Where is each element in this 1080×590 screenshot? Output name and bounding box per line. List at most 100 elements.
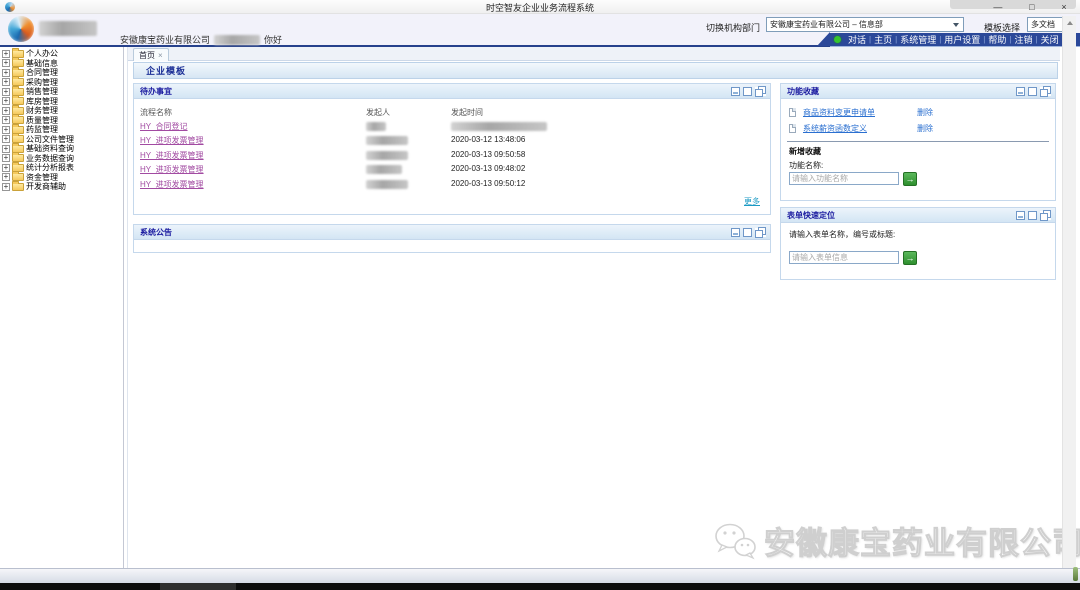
start-time: 2020-03-12 13:48:06 [451, 135, 525, 144]
favorites-panel-title: 功能收藏 [787, 86, 819, 97]
greeting-company: 安徽康宝药业有限公司 [120, 33, 210, 46]
announcement-panel: 系统公告 [133, 224, 771, 253]
panel-collapse-icon[interactable] [1016, 87, 1025, 96]
org-switch-label: 切换机构部门 [706, 21, 760, 34]
favorite-link[interactable]: 商品资料变更申请单 [803, 107, 875, 118]
close-button[interactable]: × [1061, 2, 1066, 12]
panel-collapse-icon[interactable] [731, 87, 740, 96]
more-link[interactable]: 更多 [744, 196, 760, 207]
minimize-button[interactable]: — [993, 2, 1002, 12]
expand-icon[interactable]: + [2, 145, 10, 153]
panel-controls [1013, 87, 1051, 96]
nav-logout[interactable]: 注销 [1014, 33, 1032, 46]
nav-close[interactable]: 关闭 [1041, 33, 1059, 46]
panel-maximize-icon[interactable] [1028, 211, 1037, 220]
tab-home[interactable]: 首页 × [133, 48, 169, 61]
document-icon [789, 108, 796, 117]
start-time: 2020-03-13 09:50:58 [451, 150, 525, 159]
scroll-up-icon[interactable] [1063, 16, 1076, 29]
go-button[interactable]: → [903, 251, 917, 265]
window-controls: — □ × [980, 0, 1080, 14]
panel-popout-icon[interactable] [755, 87, 766, 96]
nav-help[interactable]: 帮助 [988, 33, 1006, 46]
panel-popout-icon[interactable] [1040, 87, 1051, 96]
panel-maximize-icon[interactable] [743, 87, 752, 96]
form-locator-panel: 表单快速定位 请输入表单名称，编号或标题: → [780, 207, 1056, 280]
expand-icon[interactable]: + [2, 126, 10, 134]
nav-user-settings[interactable]: 用户设置 [944, 33, 980, 46]
page-title-band: 企业模板 [133, 62, 1058, 79]
nav-home[interactable]: 主页 [874, 33, 892, 46]
todo-panel: 待办事宜 流程名称 发起人 发起时间 HY_合同登记 HY_进项发票管理 202… [133, 83, 771, 215]
nav-chat[interactable]: 对话 [848, 33, 866, 46]
flow-link[interactable]: HY_进项发票管理 [140, 179, 204, 190]
expand-icon[interactable]: + [2, 173, 10, 181]
tab-close-icon[interactable]: × [158, 51, 163, 60]
expand-icon[interactable]: + [2, 78, 10, 86]
panel-controls [728, 228, 766, 237]
form-locator-hint: 请输入表单名称，编号或标题: [789, 229, 895, 240]
panel-controls [1013, 211, 1051, 220]
panel-collapse-icon[interactable] [731, 228, 740, 237]
column-flow-name: 流程名称 [140, 107, 172, 118]
expand-icon[interactable]: + [2, 164, 10, 172]
panel-popout-icon[interactable] [755, 228, 766, 237]
template-select-value: 多文档 [1031, 19, 1055, 30]
maximize-button[interactable]: □ [1029, 2, 1034, 12]
form-locator-panel-header: 表单快速定位 [781, 208, 1055, 223]
tab-home-label: 首页 [139, 50, 155, 61]
expand-icon[interactable]: + [2, 50, 10, 58]
todo-panel-header: 待办事宜 [134, 84, 770, 99]
table-row: HY_进项发票管理 2020-03-13 09:48:02 [134, 164, 770, 177]
panel-maximize-icon[interactable] [743, 228, 752, 237]
flow-link[interactable]: HY_进项发票管理 [140, 164, 204, 175]
favorite-link[interactable]: 系统薪资函数定义 [803, 123, 867, 134]
expand-icon[interactable]: + [2, 88, 10, 96]
header: 安徽康宝药业有限公司 你好 切换机构部门 安徽康宝药业有限公司 – 信息部 模板… [0, 14, 1080, 47]
vertical-scrollbar[interactable] [1062, 16, 1076, 568]
expand-icon[interactable]: + [2, 59, 10, 67]
table-row: HY_进项发票管理 2020-03-13 09:50:58 [134, 150, 770, 163]
watermark: 安徽康宝药业有限公司 [712, 518, 1080, 563]
expand-icon[interactable]: + [2, 107, 10, 115]
expand-icon[interactable]: + [2, 183, 10, 191]
table-row: HY_合同登记 [134, 121, 770, 134]
expand-icon[interactable]: + [2, 69, 10, 77]
expand-icon[interactable]: + [2, 154, 10, 162]
start-time: 2020-03-13 09:50:12 [451, 179, 525, 188]
function-name-input[interactable] [789, 172, 899, 185]
nav-system-admin[interactable]: 系统管理 [900, 33, 936, 46]
expand-icon[interactable]: + [2, 116, 10, 124]
nav-separator: | [983, 35, 985, 44]
redacted-initiator [366, 151, 408, 160]
company-logo-icon [8, 16, 34, 42]
app-title: 时空智友企业业务流程系统 [0, 1, 1080, 14]
nav-separator: | [1035, 35, 1037, 44]
watermark-text: 安徽康宝药业有限公司 [764, 518, 1080, 563]
panel-maximize-icon[interactable] [1028, 87, 1037, 96]
redacted-initiator [366, 165, 402, 174]
online-status-icon [834, 36, 841, 43]
favorites-panel-header: 功能收藏 [781, 84, 1055, 99]
org-select-value: 安徽康宝药业有限公司 – 信息部 [770, 19, 883, 30]
expand-icon[interactable]: + [2, 97, 10, 105]
expand-icon[interactable]: + [2, 135, 10, 143]
panel-popout-icon[interactable] [1040, 211, 1051, 220]
os-title-bar: 时空智友企业业务流程系统 — □ × [0, 0, 1080, 14]
divider [787, 141, 1049, 142]
greeting-suffix: 你好 [264, 33, 282, 46]
resize-grip [1073, 567, 1078, 581]
delete-link[interactable]: 删除 [917, 107, 933, 118]
org-select[interactable]: 安徽康宝药业有限公司 – 信息部 [766, 17, 964, 32]
flow-link[interactable]: HY_进项发票管理 [140, 150, 204, 161]
form-locator-input[interactable] [789, 251, 899, 264]
go-button[interactable]: → [903, 172, 917, 186]
sidebar-item-developer-tools[interactable]: +开发商辅助 [0, 182, 123, 192]
panel-collapse-icon[interactable] [1016, 211, 1025, 220]
redacted-time [451, 122, 547, 131]
flow-link[interactable]: HY_合同登记 [140, 121, 188, 132]
flow-link[interactable]: HY_进项发票管理 [140, 135, 204, 146]
nav-separator: | [939, 35, 941, 44]
delete-link[interactable]: 删除 [917, 123, 933, 134]
function-name-label: 功能名称: [789, 160, 823, 171]
